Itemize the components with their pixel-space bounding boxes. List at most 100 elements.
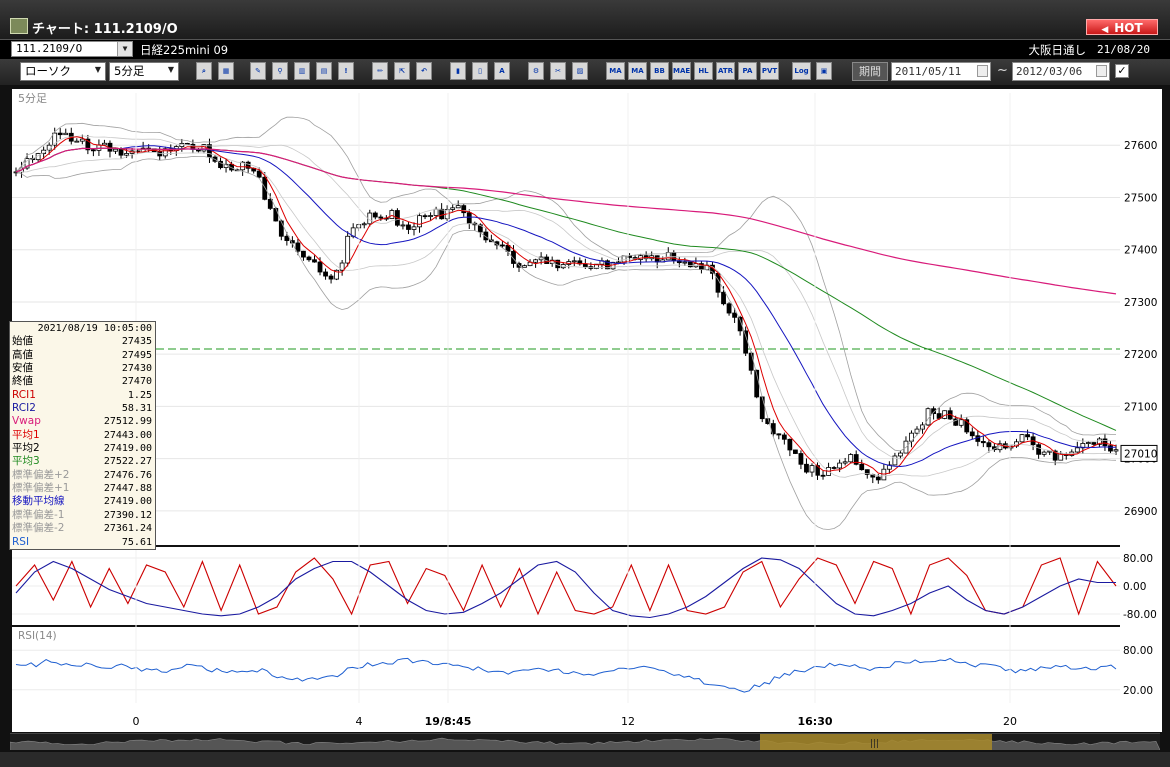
time-tick-label: 4 [356, 715, 363, 728]
candle-body [411, 226, 417, 230]
info-row: Vwap 27512.99 [10, 415, 155, 428]
date-from-value: 2011/05/11 [895, 65, 962, 78]
info-value: 27435 [121, 336, 152, 348]
period-checkbox[interactable]: ✓ [1115, 64, 1129, 78]
info-value: 27443.00 [103, 429, 152, 441]
indicator-mae-button[interactable]: MAE [672, 62, 691, 80]
info-label: 始値 [12, 335, 33, 348]
settings-icon[interactable]: ⚙ [528, 62, 544, 80]
candle-body [328, 275, 334, 280]
indicator-atr-button[interactable]: ATR [716, 62, 735, 80]
exchange-name: 大阪日通し [1028, 43, 1087, 57]
indicator-ma-button[interactable]: MA [606, 62, 625, 80]
candle-body [787, 438, 793, 451]
candle-icon[interactable]: ▯ [472, 62, 488, 80]
all-icon[interactable]: A [494, 62, 510, 80]
candle-body [372, 212, 378, 218]
chevron-down-icon[interactable]: ▼ [117, 42, 132, 56]
candle-body [256, 170, 262, 178]
tools-icon[interactable]: ✂ [550, 62, 566, 80]
candle-body [986, 442, 992, 448]
candle-body [433, 208, 439, 216]
candle-icon[interactable]: ▮ [450, 62, 466, 80]
info-row: RCI2 58.31 [10, 402, 155, 415]
candle-body [831, 467, 837, 469]
info-value: 27495 [121, 349, 152, 361]
date-from-input[interactable]: 2011/05/11 [891, 62, 991, 81]
calendar-icon[interactable] [1096, 65, 1107, 77]
info-label: 平均3 [12, 455, 40, 468]
candle-body [96, 144, 102, 151]
candle-body [450, 207, 456, 210]
indicator-ma-button[interactable]: MA [628, 62, 647, 80]
candle-body [317, 261, 323, 273]
info-row: RCI1 1.25 [10, 389, 155, 402]
candle-body [102, 142, 107, 146]
chart-area[interactable]: 5分足2760027500274002730027200271002700026… [0, 85, 1170, 733]
interval-label: 5分足 [18, 92, 47, 105]
indicator-hl-button[interactable]: HL [694, 62, 713, 80]
pattern-icon[interactable]: ▤ [316, 62, 332, 80]
chevron-down-icon[interactable]: ▼ [164, 63, 178, 77]
undo-icon[interactable]: ↶ [416, 62, 432, 80]
cursor-icon[interactable]: ⇱ [394, 62, 410, 80]
candle-body [466, 212, 472, 224]
candle-body [500, 244, 505, 247]
period-button[interactable]: 期間 [852, 62, 888, 81]
info-row: 平均1 27443.00 [10, 429, 155, 442]
scroll-overview: ||| [9, 734, 1161, 751]
price-tick-label: 27100 [1124, 401, 1157, 413]
symbol-code: 111.2109/O [16, 42, 83, 55]
indicator-bb-button[interactable]: BB [650, 62, 669, 80]
interval-value: 5分足 [114, 64, 145, 78]
chevron-down-icon[interactable]: ▼ [91, 63, 105, 77]
candle-body [792, 449, 798, 454]
candle-body [455, 205, 461, 209]
chart-toolbar: ローソク ▼ 5分足 ▼ ⌕ ▦ ✎ ⚲ ▥ ▤! ✏ ⇱ ↶ ▮ ▯ A ⚙ ✂ ▨ MA MA BB MAE HL… [0, 59, 1170, 86]
pen-icon[interactable]: ✏ [372, 62, 388, 80]
info-value: 27390.12 [103, 509, 152, 521]
crosshair-icon[interactable]: ▦ [218, 62, 234, 80]
info-row: 標準偏差+2 27476.76 [10, 469, 155, 482]
chart-type-select[interactable]: ローソク ▼ [20, 62, 106, 81]
candle-body [665, 252, 671, 261]
candle-body [157, 151, 163, 157]
hot-button[interactable]: ◀ HOT [1086, 19, 1158, 35]
indicator-pvt-button[interactable]: PVT [760, 62, 779, 80]
interval-select[interactable]: 5分足 ▼ [109, 62, 179, 81]
symbol-select[interactable]: 111.2109/O ▼ [11, 41, 133, 57]
candle-body [732, 312, 737, 318]
candle-body [958, 419, 964, 426]
candle-body [582, 263, 588, 268]
info-label: 平均2 [12, 442, 40, 455]
date-to-input[interactable]: 2012/03/06 [1012, 62, 1110, 81]
candle-body [74, 140, 80, 143]
candle-body [361, 223, 367, 226]
info-value: 75.61 [121, 536, 152, 548]
zoom-icon[interactable]: ⌕ [196, 62, 212, 80]
candle-body [969, 431, 975, 437]
price-tick-label: 27400 [1124, 245, 1157, 257]
candle-body [422, 215, 428, 218]
rci-tick-label: -80.00 [1123, 609, 1157, 621]
color-icon[interactable]: ▨ [572, 62, 588, 80]
search-icon[interactable]: ⚲ [272, 62, 288, 80]
draw-icon[interactable]: ✎ [250, 62, 266, 80]
warning-icon[interactable]: ! [338, 62, 354, 80]
info-value: 27522.27 [103, 456, 152, 468]
candle-body [428, 215, 433, 217]
screenshot-icon[interactable]: ▣ [816, 62, 832, 80]
time-tick-label: 19/8:45 [425, 715, 472, 728]
info-row: RSI 75.61 [10, 536, 155, 549]
window-title: チャート: 111.2109/O [32, 22, 178, 37]
indicator-log-button[interactable]: Log [792, 62, 811, 80]
info-value: 27470 [121, 376, 152, 388]
indicator-pa-button[interactable]: PA [738, 62, 757, 80]
calendar-icon[interactable] [977, 65, 988, 77]
price-tick-label: 27600 [1124, 140, 1157, 152]
time-scrollbar[interactable]: ||| [9, 733, 1161, 751]
bar-chart-icon[interactable]: ▥ [294, 62, 310, 80]
candle-body [1113, 449, 1119, 452]
time-tick-label: 16:30 [797, 715, 832, 728]
candle-body [571, 260, 577, 263]
